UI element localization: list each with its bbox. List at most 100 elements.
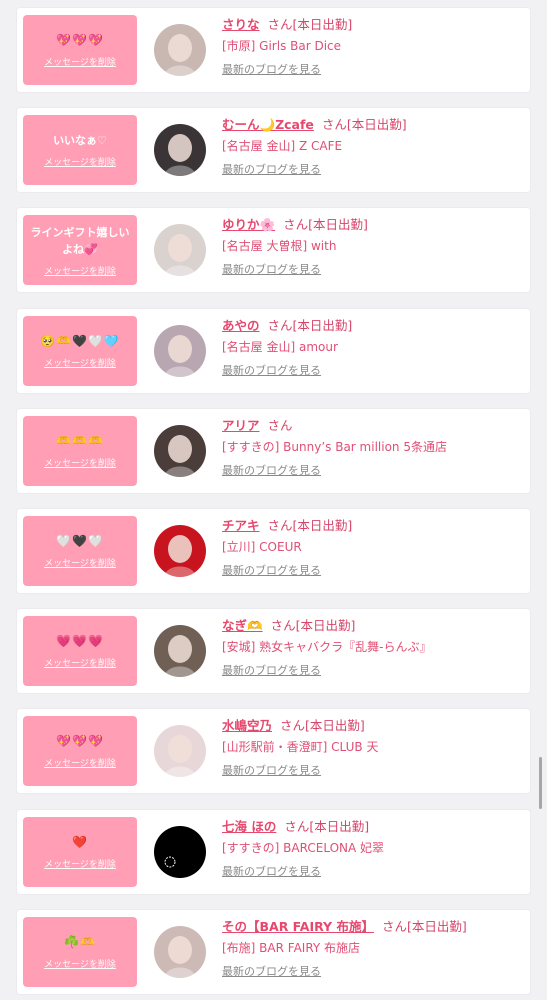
cast-name-link[interactable]: その【BAR FAIRY 布施】 bbox=[222, 919, 374, 934]
avatar[interactable] bbox=[154, 625, 206, 677]
cast-info: さりな さん[本日出勤] [市原] Girls Bar Dice 最新のブログを見… bbox=[222, 16, 522, 77]
cast-name-link[interactable]: なぎ🫶 bbox=[222, 618, 263, 633]
avatar-image bbox=[154, 24, 206, 76]
latest-blog-link[interactable]: 最新のブログを見る bbox=[222, 663, 321, 678]
attendance-badge: [本日出勤] bbox=[292, 318, 353, 333]
attendance-badge: [本日出勤] bbox=[292, 17, 353, 32]
avatar-image bbox=[154, 625, 206, 677]
avatar-image bbox=[154, 525, 206, 577]
cast-name-link[interactable]: あやの bbox=[222, 318, 260, 333]
shop-name: [名古屋 金山] Z CAFE bbox=[222, 139, 343, 153]
cast-name-link[interactable]: さりな bbox=[222, 17, 260, 32]
latest-blog-link[interactable]: 最新のブログを見る bbox=[222, 262, 321, 277]
avatar[interactable] bbox=[154, 224, 206, 276]
delete-message-link[interactable]: メッセージを削除 bbox=[44, 155, 116, 168]
latest-blog-link[interactable]: 最新のブログを見る bbox=[222, 463, 321, 478]
message-card: 🫶🫶🫶 メッセージを削除 アリア さん [すすきの] Bunny’s Bar mi… bbox=[17, 409, 530, 493]
honorific: さん bbox=[267, 518, 293, 533]
avatar[interactable] bbox=[154, 124, 206, 176]
cast-info: その【BAR FAIRY 布施】 さん[本日出勤] [布施] BAR FAIRY … bbox=[222, 918, 522, 979]
cast-info: ゆりか🌸 さん[本日出勤] [名古屋 大曽根] with 最新のブログを見る bbox=[222, 216, 522, 277]
message-card: 💖💖💖 メッセージを削除 水嶋空乃 さん[本日出勤] [山形駅前・香澄町] CLU… bbox=[17, 709, 530, 793]
avatar[interactable] bbox=[154, 425, 206, 477]
cast-info: なぎ🫶 さん[本日出勤] [安城] 熟女キャバクラ『乱舞-らんぶ』 最新のブログを… bbox=[222, 617, 522, 678]
avatar[interactable] bbox=[154, 926, 206, 978]
message-box: ラインギフト嬉しいよね💞 メッセージを削除 bbox=[23, 215, 137, 285]
honorific: さん bbox=[321, 117, 347, 132]
message-box: 🤍🖤🤍 メッセージを削除 bbox=[23, 516, 137, 586]
delete-message-link[interactable]: メッセージを削除 bbox=[44, 857, 116, 870]
avatar[interactable] bbox=[154, 725, 206, 777]
delete-message-link[interactable]: メッセージを削除 bbox=[44, 957, 116, 970]
shop-name: [すすきの] BARCELONA 妃翠 bbox=[222, 841, 385, 855]
attendance-badge: [本日出勤] bbox=[295, 618, 356, 633]
message-text: ラインギフト嬉しいよね💞 bbox=[30, 225, 130, 256]
message-box: ❤️ メッセージを削除 bbox=[23, 817, 137, 887]
cast-info: むーん🌙Zcafe さん[本日出勤] [名古屋 金山] Z CAFE 最新のブログ… bbox=[222, 116, 522, 177]
message-text: 🤍🖤🤍 bbox=[56, 534, 104, 548]
message-card: 💗💗💗 メッセージを削除 なぎ🫶 さん[本日出勤] [安城] 熟女キャバクラ『乱舞… bbox=[17, 609, 530, 693]
message-text: 🫶🫶🫶 bbox=[56, 434, 104, 448]
scrollbar[interactable] bbox=[539, 757, 542, 809]
message-text: 💖💖💖 bbox=[56, 734, 104, 748]
message-text: 🥺🫶🖤🤍🩵 bbox=[40, 334, 120, 348]
attendance-badge: [本日出勤] bbox=[346, 117, 407, 132]
avatar[interactable] bbox=[154, 325, 206, 377]
avatar[interactable] bbox=[154, 525, 206, 577]
message-text: いいなぁ♡ bbox=[53, 134, 107, 147]
attendance-badge: [本日出勤] bbox=[309, 819, 370, 834]
shop-name: [市原] Girls Bar Dice bbox=[222, 39, 342, 53]
message-card: ❤️ メッセージを削除 七海 ほの さん[本日出勤] [すすきの] BARCELO… bbox=[17, 810, 530, 894]
cast-name-link[interactable]: 水嶋空乃 bbox=[222, 718, 272, 733]
delete-message-link[interactable]: メッセージを削除 bbox=[44, 264, 116, 277]
avatar-image bbox=[154, 725, 206, 777]
delete-message-link[interactable]: メッセージを削除 bbox=[44, 55, 116, 68]
message-card: 💖💖💖 メッセージを削除 さりな さん[本日出勤] [市原] Girls Bar … bbox=[17, 8, 530, 92]
message-text: ☘️🫶 bbox=[64, 935, 96, 949]
attendance-badge: [本日出勤] bbox=[305, 718, 365, 733]
attendance-badge: [本日出勤] bbox=[308, 217, 368, 232]
message-box: ☘️🫶 メッセージを削除 bbox=[23, 917, 137, 987]
message-card: ラインギフト嬉しいよね💞 メッセージを削除 ゆりか🌸 さん[本日出勤] [名古屋 … bbox=[17, 208, 530, 292]
latest-blog-link[interactable]: 最新のブログを見る bbox=[222, 563, 321, 578]
cast-info: 七海 ほの さん[本日出勤] [すすきの] BARCELONA 妃翠 最新のブログ… bbox=[222, 818, 522, 879]
honorific: さん bbox=[381, 919, 407, 934]
cast-name-link[interactable]: アリア bbox=[222, 418, 260, 433]
latest-blog-link[interactable]: 最新のブログを見る bbox=[222, 62, 321, 77]
delete-message-link[interactable]: メッセージを削除 bbox=[44, 356, 116, 369]
avatar-image bbox=[154, 826, 206, 878]
latest-blog-link[interactable]: 最新のブログを見る bbox=[222, 162, 321, 177]
avatar-image bbox=[154, 425, 206, 477]
avatar[interactable] bbox=[154, 24, 206, 76]
message-text: 💖💖💖 bbox=[56, 33, 104, 47]
delete-message-link[interactable]: メッセージを削除 bbox=[44, 656, 116, 669]
cast-info: あやの さん[本日出勤] [名古屋 金山] amour 最新のブログを見る bbox=[222, 317, 522, 378]
cast-info: 水嶋空乃 さん[本日出勤] [山形駅前・香澄町] CLUB 天 最新のブログを見る bbox=[222, 717, 522, 778]
honorific: さん bbox=[267, 17, 293, 32]
cast-name-link[interactable]: ゆりか🌸 bbox=[222, 217, 275, 232]
avatar-image bbox=[154, 926, 206, 978]
shop-name: [布施] BAR FAIRY 布施店 bbox=[222, 941, 361, 955]
shop-name: [名古屋 大曽根] with bbox=[222, 239, 337, 253]
message-box: いいなぁ♡ メッセージを削除 bbox=[23, 115, 137, 185]
avatar-image bbox=[154, 224, 206, 276]
delete-message-link[interactable]: メッセージを削除 bbox=[44, 456, 116, 469]
honorific: さん bbox=[267, 418, 293, 433]
shop-name: [山形駅前・香澄町] CLUB 天 bbox=[222, 740, 379, 754]
shop-name: [立川] COEUR bbox=[222, 540, 302, 554]
cast-name-link[interactable]: むーん🌙Zcafe bbox=[222, 117, 314, 132]
latest-blog-link[interactable]: 最新のブログを見る bbox=[222, 763, 321, 778]
delete-message-link[interactable]: メッセージを削除 bbox=[44, 556, 116, 569]
message-box: 🥺🫶🖤🤍🩵 メッセージを削除 bbox=[23, 316, 137, 386]
avatar[interactable] bbox=[154, 826, 206, 878]
cast-name-link[interactable]: チアキ bbox=[222, 518, 260, 533]
message-box: 💗💗💗 メッセージを削除 bbox=[23, 616, 137, 686]
honorific: さん bbox=[280, 718, 306, 733]
latest-blog-link[interactable]: 最新のブログを見る bbox=[222, 363, 321, 378]
cast-name-link[interactable]: 七海 ほの bbox=[222, 819, 276, 834]
message-card: ☘️🫶 メッセージを削除 その【BAR FAIRY 布施】 さん[本日出勤] [布… bbox=[17, 910, 530, 994]
delete-message-link[interactable]: メッセージを削除 bbox=[44, 756, 116, 769]
latest-blog-link[interactable]: 最新のブログを見る bbox=[222, 864, 321, 879]
latest-blog-link[interactable]: 最新のブログを見る bbox=[222, 964, 321, 979]
cast-info: チアキ さん[本日出勤] [立川] COEUR 最新のブログを見る bbox=[222, 517, 522, 578]
